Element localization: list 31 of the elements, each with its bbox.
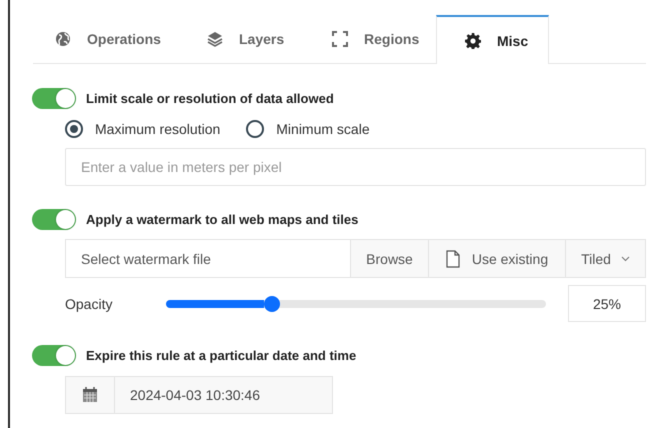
opacity-label: Opacity [65,296,114,312]
corners-icon [332,31,348,47]
toggle-switch[interactable] [32,208,76,230]
radio-label[interactable]: Maximum resolution [95,121,220,137]
toggle-switch[interactable] [32,344,76,366]
document-icon [446,250,460,268]
tab[interactable]: Misc [436,15,549,64]
section-heading: Limit scale or resolution of data allowed [86,90,334,106]
gear-icon [465,32,481,48]
section-heading: Expire this rule at a particular date and time [86,348,356,362]
slider-fill[interactable] [166,300,264,308]
date-field[interactable]: 2024-04-03 10:30:46 [65,376,333,414]
radio-button[interactable] [246,120,264,138]
tab[interactable]: Operations [33,15,185,63]
toggle-switch[interactable] [32,88,76,108]
radio-label[interactable]: Minimum scale [276,121,370,137]
browse-button[interactable]: Browse [351,239,429,278]
tab[interactable]: Layers [185,15,310,63]
input-field[interactable]: Enter a value in meters per pixel [65,148,646,186]
globe-icon [55,31,71,47]
radio-button[interactable] [65,120,83,138]
calendar-icon [82,387,98,403]
chevron-down-icon [620,256,630,262]
mode-dropdown[interactable]: Tiled [566,239,646,278]
slider-thumb[interactable] [264,296,280,312]
opacity-value-field[interactable]: 25% [568,285,646,322]
tab[interactable]: Regions [310,15,436,63]
section-heading: Apply a watermark to all web maps and tiles [86,212,358,226]
layers-icon [207,31,223,47]
use-existing-button[interactable]: Use existing [429,239,566,278]
file-field[interactable]: Select watermark file [65,239,351,278]
